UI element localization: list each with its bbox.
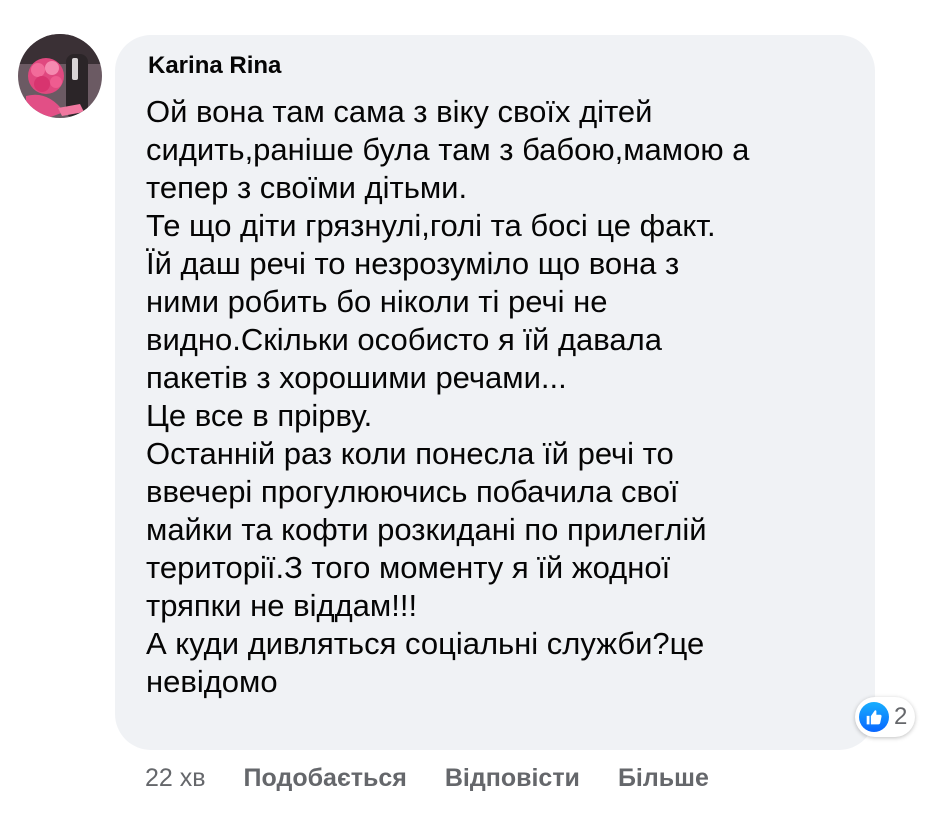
avatar[interactable]: [18, 34, 102, 118]
comment-text-line: тепер з своїми дітьми.: [146, 170, 468, 205]
comment-text-line: Те що діти грязнулі,голі та босі це факт…: [146, 208, 716, 243]
comment-text-line: А куди дивляться соціальні служби?це: [146, 626, 705, 661]
comment-text-line: ввечері прогулюючись побачила свої: [146, 474, 679, 509]
comment-timestamp[interactable]: 22 хв: [145, 760, 206, 796]
comment-text-line: території.З того моменту я їй жодної: [146, 550, 671, 585]
comment-actions: 22 хв Подобається Відповісти Більше: [145, 760, 747, 796]
comment-text-line: пакетів з хорошими речами...: [146, 360, 567, 395]
reaction-count: 2: [894, 703, 908, 730]
comment-author[interactable]: Karina Rina: [148, 50, 281, 82]
more-button[interactable]: Більше: [618, 760, 709, 796]
comment-text: Ой вона там сама з віку своїх дітей сиди…: [146, 93, 866, 701]
comment-text-line: сидить,раніше була там з бабою,мамою а: [146, 132, 750, 167]
comment-text-line: Це все в прірву.: [146, 398, 373, 433]
comment-text-line: Ой вона там сама з віку своїх дітей: [146, 94, 653, 129]
comment-text-line: Останній раз коли понесла їй речі то: [146, 436, 674, 471]
comment-text-line: майки та кофти розкидані по прилеглій: [146, 512, 707, 547]
comment-text-line: ними робить бо ніколи ті речі не: [146, 284, 608, 319]
comment-text-line: тряпки не віддам!!!: [146, 588, 418, 623]
comment-text-line: невідомо: [146, 664, 278, 699]
avatar-image: [18, 34, 102, 118]
reaction-summary[interactable]: 2: [855, 697, 916, 737]
comment-text-line: Їй даш речі то незрозуміло що вона з: [146, 246, 680, 281]
comment-text-line: видно.Скільки особисто я їй давала: [146, 322, 662, 357]
reply-button[interactable]: Відповісти: [445, 760, 580, 796]
like-button[interactable]: Подобається: [244, 760, 407, 796]
like-icon: [859, 702, 889, 732]
